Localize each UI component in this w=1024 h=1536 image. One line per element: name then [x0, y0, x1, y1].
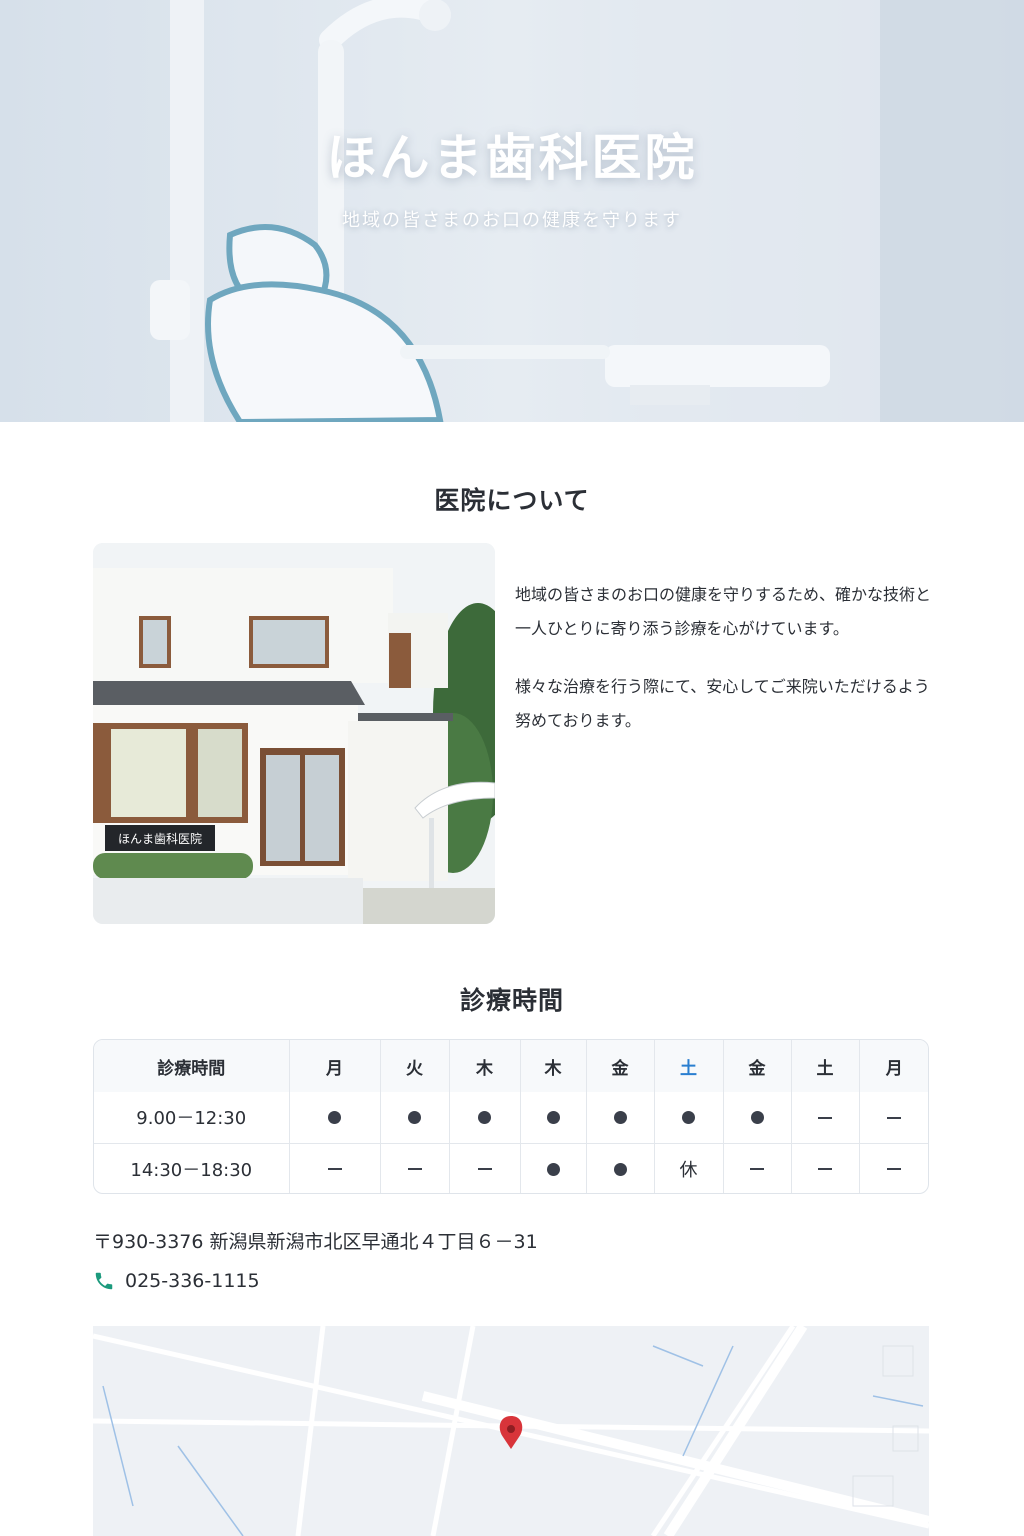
closed-dash-cell	[859, 1092, 928, 1144]
open-dot-cell	[289, 1092, 381, 1144]
open-dot-cell	[654, 1092, 724, 1144]
closed-dash-icon	[477, 1168, 492, 1171]
about-paragraph: 様々な治療を行う際にて、安心してご来院いただけるよう努めております。	[515, 677, 930, 730]
day-header: 火	[380, 1040, 450, 1092]
hours-heading: 診療時間	[459, 986, 564, 1015]
open-dot-cell	[520, 1143, 587, 1193]
closed-dash-icon	[887, 1116, 902, 1119]
open-dot-cell	[586, 1092, 655, 1144]
closed-dash-cell	[859, 1143, 928, 1193]
about-description: 地域の皆さまのお口の健康を守りするため、確かな技術と一人ひとりに寄り添う診療を心…	[515, 578, 935, 762]
closed-dash-cell	[380, 1143, 450, 1193]
tagline: 地域の皆さまのお口の健康を守ります	[342, 210, 682, 231]
closed-dash-icon	[750, 1168, 764, 1171]
day-header: 月	[289, 1040, 381, 1092]
open-dot-cell	[520, 1092, 587, 1144]
day-header: 土	[791, 1040, 860, 1092]
office-hours-table: 診療時間 月 火 木 木 金 土 金 土 月 9.00－12:30 14:30－1…	[93, 1039, 929, 1194]
building-sign: ほんま歯科医院	[118, 832, 202, 846]
table-header-row: 診療時間 月 火 木 木 金 土 金 土 月	[94, 1040, 928, 1092]
day-header: 金	[723, 1040, 792, 1092]
hours-row: 14:30－18:30 休	[94, 1143, 928, 1193]
open-dot-icon	[613, 1111, 627, 1125]
closed-dash-icon	[818, 1168, 832, 1171]
holiday-cell: 休	[654, 1143, 724, 1193]
closed-dash-icon	[407, 1168, 422, 1171]
hero-banner: ほんま歯科医院 地域の皆さまのお口の健康を守ります	[0, 0, 1024, 422]
time-slot: 9.00－12:30	[94, 1092, 290, 1144]
day-header: 木	[449, 1040, 521, 1092]
open-dot-icon	[682, 1111, 695, 1125]
clinic-building-photo: ほんま歯科医院	[93, 543, 495, 924]
hours-row: 9.00－12:30	[94, 1092, 928, 1144]
open-dot-icon	[546, 1162, 560, 1176]
phone-number[interactable]: 025-336-1115	[125, 1270, 260, 1292]
open-dot-icon	[478, 1111, 491, 1125]
day-header: 土	[654, 1040, 724, 1092]
day-header: 木	[520, 1040, 587, 1092]
open-dot-icon	[408, 1111, 421, 1125]
phone-icon	[95, 1272, 113, 1290]
clinic-address: 〒930-3376 新潟県新潟市北区早通北４丁目６－31	[93, 1231, 538, 1253]
location-map[interactable]	[93, 1326, 929, 1536]
closed-dash-cell	[723, 1143, 792, 1193]
open-dot-icon	[613, 1162, 627, 1176]
day-header: 月	[859, 1040, 928, 1092]
open-dot-cell	[449, 1092, 521, 1144]
open-dot-cell	[380, 1092, 450, 1144]
phone-row[interactable]: 025-336-1115	[93, 1270, 260, 1292]
closed-dash-cell	[449, 1143, 521, 1193]
about-paragraph: 地域の皆さまのお口の健康を守りするため、確かな技術と一人ひとりに寄り添う診療を心…	[515, 585, 932, 638]
header-hours-label: 診療時間	[94, 1040, 290, 1092]
open-dot-icon	[750, 1111, 764, 1125]
closed-dash-cell	[791, 1143, 860, 1193]
closed-dash-cell	[289, 1143, 381, 1193]
clinic-name: ほんま歯科医院	[326, 129, 698, 187]
closed-dash-icon	[818, 1116, 832, 1119]
open-dot-icon	[328, 1111, 341, 1125]
about-heading: 医院について	[434, 486, 590, 515]
time-slot: 14:30－18:30	[94, 1143, 290, 1193]
day-header: 金	[586, 1040, 655, 1092]
open-dot-cell	[586, 1143, 655, 1193]
closed-dash-icon	[887, 1168, 902, 1171]
open-dot-icon	[546, 1111, 560, 1125]
closed-dash-cell	[791, 1092, 860, 1144]
closed-dash-icon	[327, 1168, 342, 1171]
open-dot-cell	[723, 1092, 792, 1144]
